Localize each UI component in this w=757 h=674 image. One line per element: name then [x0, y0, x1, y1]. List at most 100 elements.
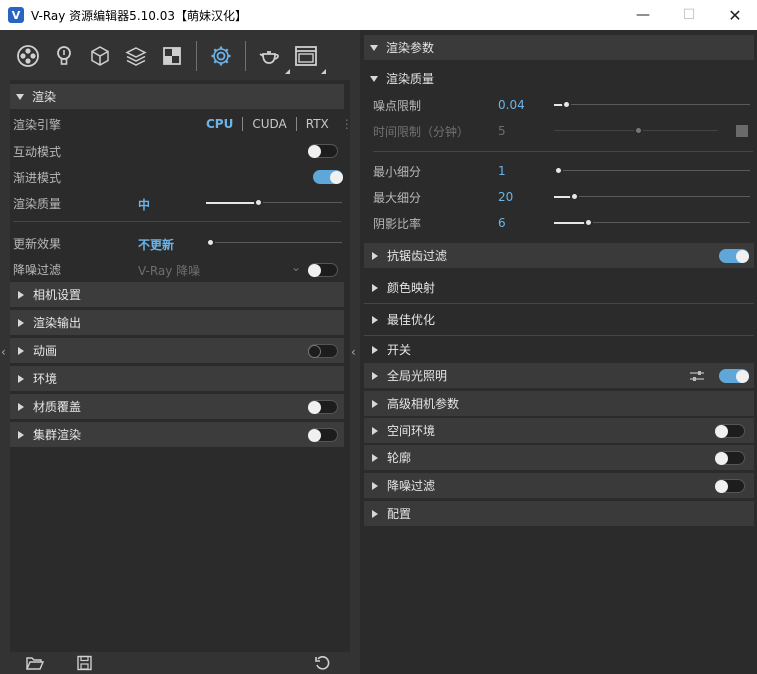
asset-toolbar — [10, 36, 350, 76]
render-teapot-icon[interactable] — [252, 40, 290, 74]
section-switches-header[interactable]: 开关 — [364, 337, 754, 362]
collapse-right-icon[interactable]: ‹ — [351, 345, 356, 359]
material-override-toggle[interactable] — [308, 400, 338, 414]
frame-buffer-icon[interactable] — [288, 40, 326, 74]
render-quality-slider[interactable] — [206, 198, 342, 208]
section-animation-header[interactable]: 动画 — [10, 338, 344, 363]
shadow-rate-label: 阴影比率 — [373, 216, 422, 231]
min-subdivs-value[interactable]: 1 — [498, 164, 506, 178]
denoise-toggle[interactable] — [308, 263, 338, 277]
section-optimization-title: 最佳优化 — [387, 313, 436, 327]
max-subdivs-slider[interactable] — [554, 192, 750, 202]
section-material-override-header[interactable]: 材质覆盖 — [10, 394, 344, 419]
section-animation-title: 动画 — [33, 344, 58, 358]
render-quality-section-title: 渲染质量 — [386, 72, 435, 86]
right-panel: 渲染参数 渲染质量 噪点限制 0.04 时间限制（分钟） 5 最小细分 1 最大… — [360, 30, 757, 674]
section-outline-header[interactable]: 轮廓 — [364, 445, 754, 470]
engine-rtx-option[interactable]: RTX — [306, 117, 329, 131]
volumetric-env-toggle[interactable] — [715, 424, 745, 438]
section-volumetric-env-title: 空间环境 — [387, 424, 436, 438]
outline-toggle[interactable] — [715, 451, 745, 465]
engine-cuda-option[interactable]: CUDA — [252, 117, 286, 131]
section-divider — [373, 151, 753, 152]
denoise-label: 降噪过滤 — [13, 262, 62, 277]
global-illumination-toggle[interactable] — [719, 369, 749, 383]
denoiser-toggle[interactable] — [715, 479, 745, 493]
noise-limit-label: 噪点限制 — [373, 98, 422, 113]
bottom-toolbar — [10, 652, 350, 674]
section-denoiser-title: 降噪过滤 — [387, 479, 436, 493]
section-advanced-camera-header[interactable]: 高级相机参数 — [364, 391, 754, 416]
time-limit-value: 5 — [498, 124, 506, 138]
min-subdivs-slider[interactable] — [554, 166, 750, 176]
shadow-rate-value[interactable]: 6 — [498, 216, 506, 230]
section-antialiasing-title: 抗锯齿过滤 — [387, 249, 448, 263]
update-effects-label: 更新效果 — [13, 236, 62, 251]
antialiasing-toggle[interactable] — [719, 249, 749, 263]
shadow-rate-row: 阴影比率 — [373, 211, 421, 235]
section-camera-header[interactable]: 相机设置 — [10, 282, 344, 307]
layers-icon[interactable] — [118, 40, 154, 72]
max-subdivs-value[interactable]: 20 — [498, 190, 513, 204]
section-antialiasing-header[interactable]: 抗锯齿过滤 — [364, 243, 754, 268]
interactive-mode-toggle[interactable] — [308, 144, 338, 158]
reset-icon[interactable] — [314, 655, 332, 671]
minimize-button[interactable]: — — [620, 0, 666, 30]
maximize-button[interactable]: ☐ — [666, 0, 712, 30]
section-volumetric-env-header[interactable]: 空间环境 — [364, 418, 754, 443]
vray-logo-icon: V — [8, 7, 24, 23]
section-render-title: 渲染 — [32, 90, 57, 104]
render-elements-icon[interactable] — [10, 40, 46, 72]
noise-limit-row: 噪点限制 — [373, 93, 421, 117]
engine-cpu-option[interactable]: CPU — [206, 117, 233, 131]
section-optimization-header[interactable]: 最佳优化 — [364, 307, 754, 332]
window-title: V-Ray 资源编辑器5.10.03【萌妹汉化】 — [31, 8, 247, 23]
render-quality-section-header[interactable]: 渲染质量 — [364, 66, 754, 91]
section-divider — [364, 335, 754, 336]
min-subdivs-row: 最小细分 — [373, 159, 421, 183]
chevron-down-icon[interactable]: ⌄ — [291, 260, 301, 274]
shadow-rate-slider[interactable] — [554, 218, 750, 228]
interactive-mode-label: 互动模式 — [13, 144, 62, 159]
lights-icon[interactable] — [46, 40, 82, 72]
noise-limit-value[interactable]: 0.04 — [498, 98, 525, 112]
section-render-header[interactable]: 渲染 — [10, 84, 344, 109]
engine-menu-icon[interactable]: ⋮ — [341, 118, 353, 130]
engine-separator — [242, 117, 244, 131]
update-effects-slider[interactable] — [206, 238, 342, 248]
section-switches-title: 开关 — [387, 343, 412, 357]
section-color-mapping-title: 颜色映射 — [387, 281, 436, 295]
collapse-left-icon[interactable]: ‹ — [1, 345, 6, 359]
section-render-output-header[interactable]: 渲染输出 — [10, 310, 344, 335]
toolbar-separator — [245, 41, 246, 71]
render-params-header[interactable]: 渲染参数 — [364, 35, 754, 60]
left-panel: 渲染 渲染引擎 CPU CUDA RTX ⋮ 互动模式 渐进模式 渲染质量 中 — [0, 30, 360, 674]
section-global-illumination-title: 全局光照明 — [387, 369, 448, 383]
animation-toggle[interactable] — [308, 344, 338, 358]
section-environment-header[interactable]: 环境 — [10, 366, 344, 391]
update-effects-value[interactable]: 不更新 — [138, 236, 174, 253]
close-button[interactable]: ✕ — [712, 0, 757, 30]
adjust-sliders-icon[interactable] — [689, 370, 705, 382]
section-configuration-header[interactable]: 配置 — [364, 501, 754, 526]
time-limit-label: 时间限制（分钟） — [373, 124, 470, 139]
settings-icon[interactable] — [203, 40, 239, 72]
render-settings-list: 渲染 渲染引擎 CPU CUDA RTX ⋮ 互动模式 渐进模式 渲染质量 中 — [10, 80, 353, 652]
geometry-icon[interactable] — [82, 40, 118, 72]
open-folder-icon[interactable] — [25, 655, 45, 671]
section-material-override-title: 材质覆盖 — [33, 400, 82, 414]
distributed-render-toggle[interactable] — [308, 428, 338, 442]
denoise-dropdown[interactable]: V-Ray 降噪 — [138, 262, 200, 279]
section-distributed-render-header[interactable]: 集群渲染 — [10, 422, 344, 447]
render-engine-label: 渲染引擎 — [13, 117, 62, 132]
progressive-mode-row: 渐进模式 — [13, 165, 343, 189]
section-color-mapping-header[interactable]: 颜色映射 — [364, 275, 754, 300]
time-limit-checkbox[interactable] — [736, 125, 748, 137]
noise-limit-slider[interactable] — [554, 100, 750, 110]
section-denoiser-header[interactable]: 降噪过滤 — [364, 473, 754, 498]
section-divider — [364, 303, 754, 304]
save-icon[interactable] — [76, 655, 94, 671]
progressive-mode-toggle[interactable] — [313, 170, 343, 184]
textures-icon[interactable] — [154, 40, 190, 72]
render-quality-label: 渲染质量 — [13, 196, 62, 211]
